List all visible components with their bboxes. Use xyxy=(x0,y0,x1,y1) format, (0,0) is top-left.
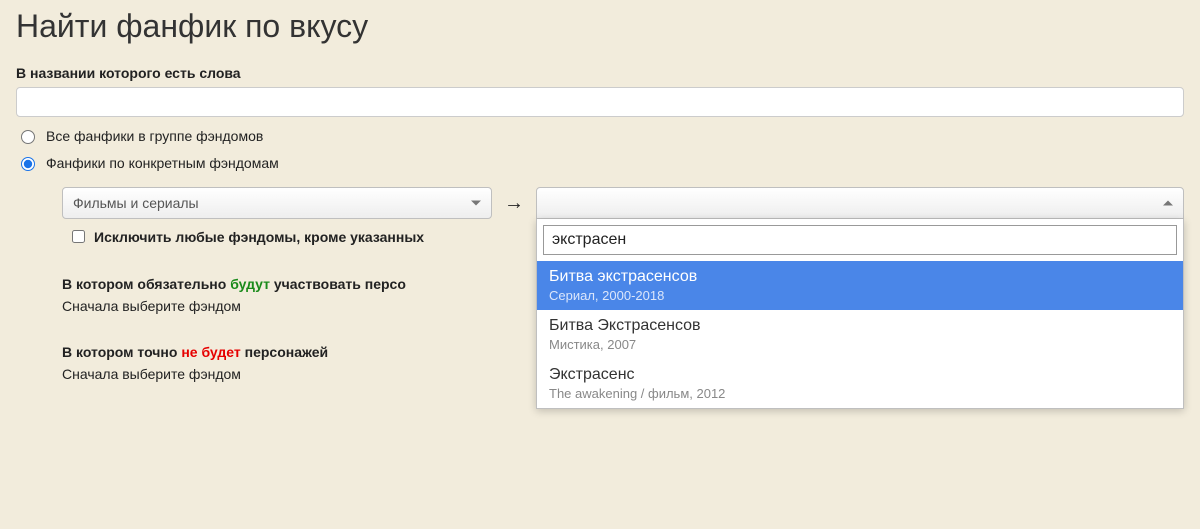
exclude-checkbox[interactable] xyxy=(72,230,85,243)
fandom-combobox: Битва экстрасенсов Сериал, 2000-2018 Бит… xyxy=(536,187,1184,219)
must-post-text: участвовать персо xyxy=(270,276,406,292)
must-emph: будут xyxy=(230,276,270,292)
page-title: Найти фанфик по вкусу xyxy=(16,8,1184,45)
arrow-icon: → xyxy=(502,187,526,219)
suggestion-subtitle: The awakening / фильм, 2012 xyxy=(549,386,1171,401)
suggestion-subtitle: Сериал, 2000-2018 xyxy=(549,288,1171,303)
title-contains-label: В названии которого есть слова xyxy=(16,65,1184,81)
suggestion-subtitle: Мистика, 2007 xyxy=(549,337,1171,352)
fandom-dropdown: Битва экстрасенсов Сериал, 2000-2018 Бит… xyxy=(536,219,1184,409)
chevron-down-icon xyxy=(471,201,481,206)
suggestion-item[interactable]: Битва экстрасенсов Сериал, 2000-2018 xyxy=(537,261,1183,310)
suggestion-item[interactable]: Битва Экстрасенсов Мистика, 2007 xyxy=(537,310,1183,359)
not-post-text: персонажей xyxy=(241,344,328,360)
radio-specific-fandoms-label: Фанфики по конкретным фэндомам xyxy=(46,155,279,171)
category-select[interactable]: Фильмы и сериалы xyxy=(62,187,492,219)
fandom-search-wrapper xyxy=(537,219,1183,261)
radio-all-fandoms[interactable]: Все фанфики в группе фэндомов xyxy=(16,127,1184,144)
suggestion-item[interactable]: Экстрасенс The awakening / фильм, 2012 xyxy=(537,359,1183,408)
suggestion-title: Битва Экстрасенсов xyxy=(549,317,1171,335)
category-select-value: Фильмы и сериалы xyxy=(73,195,199,211)
fandom-picker-row: Фильмы и сериалы → Битва экстрасенсов Се… xyxy=(62,187,1184,219)
exclude-label: Исключить любые фэндомы, кроме указанных xyxy=(94,229,424,245)
title-contains-input[interactable] xyxy=(16,87,1184,117)
search-page: Найти фанфик по вкусу В названии которог… xyxy=(0,8,1200,529)
suggestion-title: Битва экстрасенсов xyxy=(549,268,1171,286)
not-pre-text: В котором точно xyxy=(62,344,181,360)
radio-all-fandoms-label: Все фанфики в группе фэндомов xyxy=(46,128,263,144)
radio-all-fandoms-input[interactable] xyxy=(21,130,35,144)
suggestion-title: Экстрасенс xyxy=(549,366,1171,384)
radio-specific-fandoms[interactable]: Фанфики по конкретным фэндомам xyxy=(16,154,1184,171)
not-emph: не будет xyxy=(181,344,240,360)
fandom-search-input[interactable] xyxy=(543,225,1177,255)
radio-specific-fandoms-input[interactable] xyxy=(21,157,35,171)
fandom-combobox-toggle[interactable] xyxy=(536,187,1184,219)
chevron-up-icon xyxy=(1163,201,1173,206)
must-pre-text: В котором обязательно xyxy=(62,276,230,292)
